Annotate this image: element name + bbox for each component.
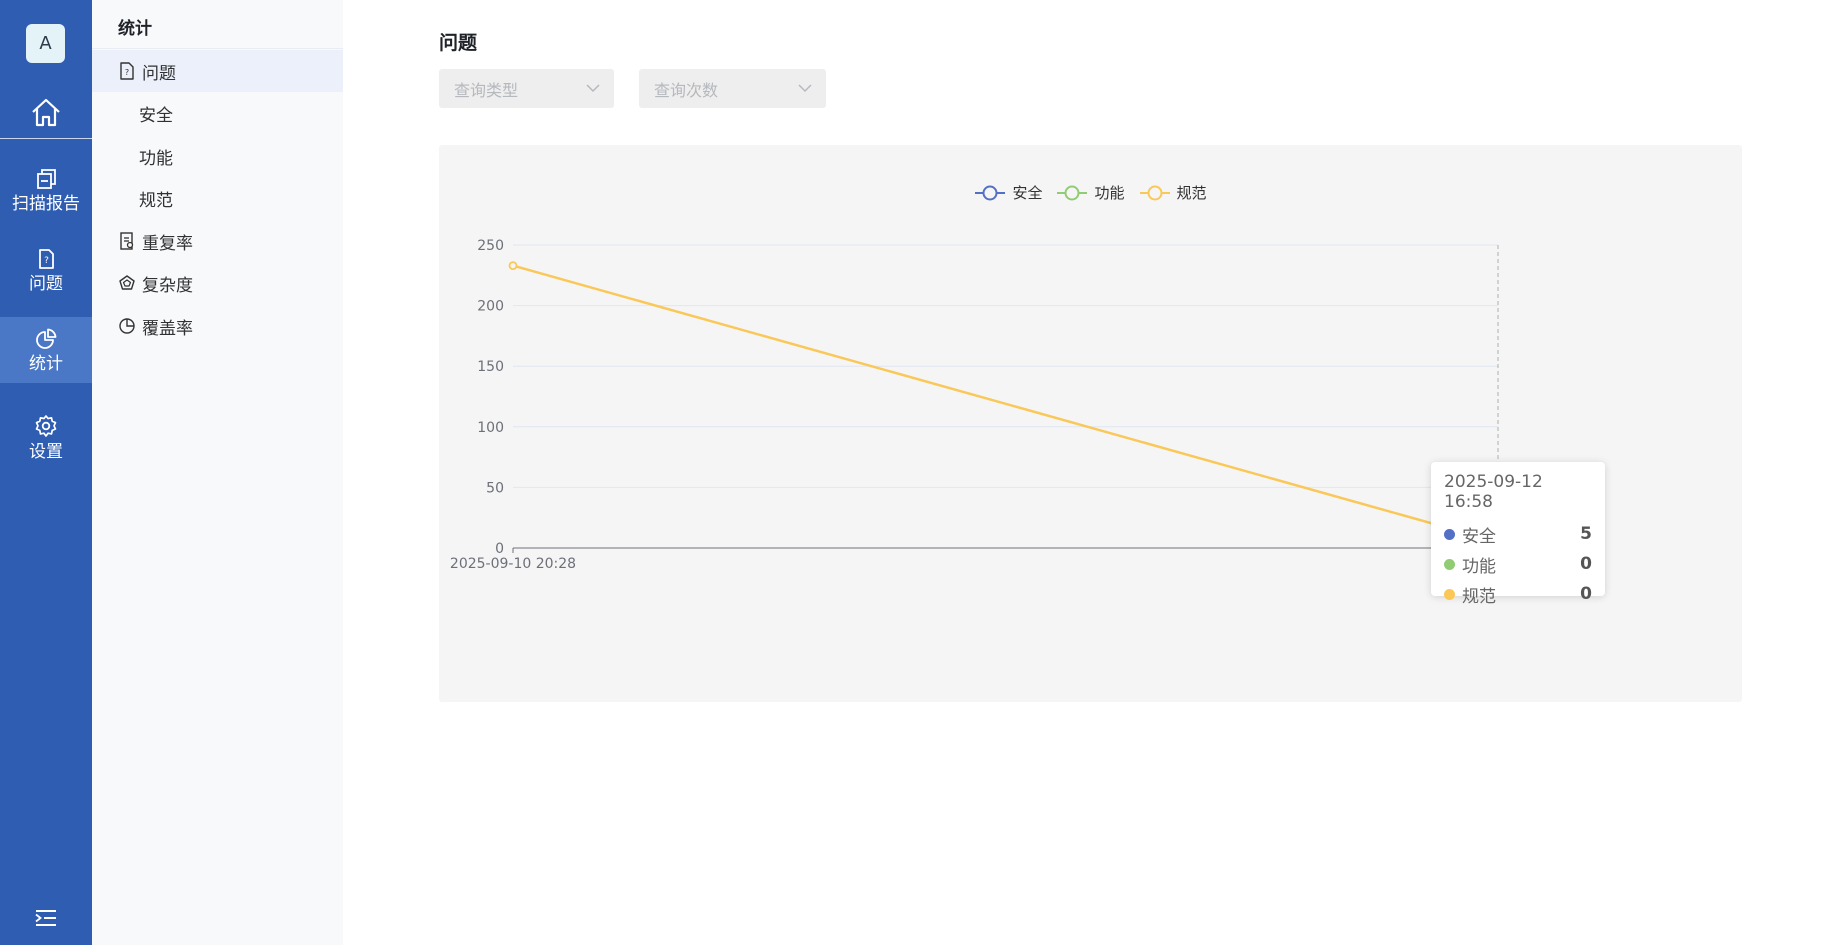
issues-chart-card: 安全 功能 规范 0 50 100 150 200 250 2025-09-10 20:28… — [439, 145, 1742, 702]
y-tick-label: 150 — [477, 359, 504, 375]
svg-text:?: ? — [44, 256, 49, 266]
tooltip-title: 2025-09-12 16:58 — [1444, 472, 1543, 512]
tooltip-row-standard: 规范 0 — [1444, 579, 1592, 609]
submenu-item-label: 问题 — [142, 63, 176, 84]
duplicate-icon — [118, 232, 136, 250]
submenu-item-label: 功能 — [139, 148, 173, 169]
chevron-down-icon — [798, 84, 812, 93]
tooltip-series-name: 功能 — [1462, 556, 1496, 577]
submenu-item-function[interactable]: 功能 — [92, 135, 343, 177]
chevron-down-icon — [586, 84, 600, 93]
chart-tooltip: 2025-09-12 16:58 安全 5 功能 0 规范 0 — [1431, 462, 1605, 607]
issue-doc-icon: ? — [118, 62, 136, 80]
rail-item-statistics[interactable]: 统计 — [0, 317, 92, 383]
tooltip-series-value: 0 — [1580, 554, 1592, 574]
tooltip-row-function: 功能 0 — [1444, 549, 1592, 579]
rail-divider — [0, 138, 92, 139]
submenu-divider — [92, 48, 343, 49]
x-tick-label: 2025-09-10 20:28 — [450, 556, 576, 572]
collapse-menu-button[interactable] — [0, 900, 92, 936]
rail-item-issues[interactable]: ? 问题 — [0, 237, 92, 303]
submenu-item-label: 重复率 — [142, 233, 193, 254]
home-icon — [32, 98, 60, 127]
submenu-item-label: 安全 — [139, 105, 173, 126]
query-count-select[interactable]: 查询次数 — [639, 69, 826, 108]
rail-item-label: 扫描报告 — [12, 193, 80, 214]
svg-text:?: ? — [125, 68, 129, 77]
y-tick-label: 250 — [477, 238, 504, 254]
select-placeholder: 查询类型 — [454, 80, 519, 100]
y-tick-label: 100 — [477, 420, 504, 436]
submenu-item-issues[interactable]: ? 问题 — [92, 50, 343, 92]
submenu-item-label: 规范 — [139, 190, 173, 211]
series-line — [512, 264, 1499, 544]
rail-item-label: 问题 — [29, 273, 63, 294]
gear-icon — [35, 414, 57, 437]
primary-nav-rail: A 扫描报告 ? 问题 统计 设置 — [0, 0, 92, 945]
secondary-menu: 统计 ? 问题 安全 功能 规范 重复率 复杂度 覆盖率 — [92, 0, 343, 945]
submenu-item-label: 复杂度 — [142, 275, 193, 296]
page-title: 问题 — [439, 32, 478, 54]
select-placeholder: 查询次数 — [654, 80, 719, 100]
submenu-item-complexity[interactable]: 复杂度 — [92, 262, 343, 304]
home-button[interactable] — [0, 88, 92, 138]
complexity-icon — [118, 274, 136, 292]
rail-item-label: 统计 — [29, 353, 63, 374]
data-point — [508, 261, 518, 271]
rail-item-scan-report[interactable]: 扫描报告 — [0, 157, 92, 223]
avatar[interactable]: A — [26, 24, 65, 63]
series-dot — [1444, 528, 1455, 540]
submenu-item-standard[interactable]: 规范 — [92, 177, 343, 219]
pie-chart-icon — [36, 328, 57, 349]
query-type-select[interactable]: 查询类型 — [439, 69, 614, 108]
y-tick-label: 0 — [495, 541, 504, 557]
submenu-item-security[interactable]: 安全 — [92, 92, 343, 134]
series-dot — [1444, 558, 1455, 570]
coverage-icon — [118, 317, 136, 335]
menu-collapse-icon — [35, 910, 56, 926]
rail-item-label: 设置 — [29, 441, 63, 462]
tooltip-series-value: 0 — [1580, 584, 1592, 604]
line-chart[interactable]: 0501001502002502025-09-10 20:282025-09-1… — [439, 145, 1742, 702]
y-tick-label: 50 — [486, 480, 504, 496]
submenu-item-duplication[interactable]: 重复率 — [92, 220, 343, 262]
tooltip-series-name: 规范 — [1462, 586, 1496, 607]
issue-doc-icon: ? — [39, 248, 54, 269]
submenu-item-coverage[interactable]: 覆盖率 — [92, 305, 343, 347]
y-tick-label: 200 — [477, 299, 504, 315]
submenu-item-label: 覆盖率 — [142, 318, 193, 339]
report-icon — [37, 168, 56, 189]
tooltip-series-name: 安全 — [1462, 526, 1496, 547]
rail-item-settings[interactable]: 设置 — [0, 404, 92, 470]
tooltip-row-security: 安全 5 — [1444, 519, 1592, 549]
series-dot — [1444, 588, 1455, 600]
tooltip-series-value: 5 — [1580, 524, 1592, 544]
submenu-title: 统计 — [118, 19, 152, 39]
